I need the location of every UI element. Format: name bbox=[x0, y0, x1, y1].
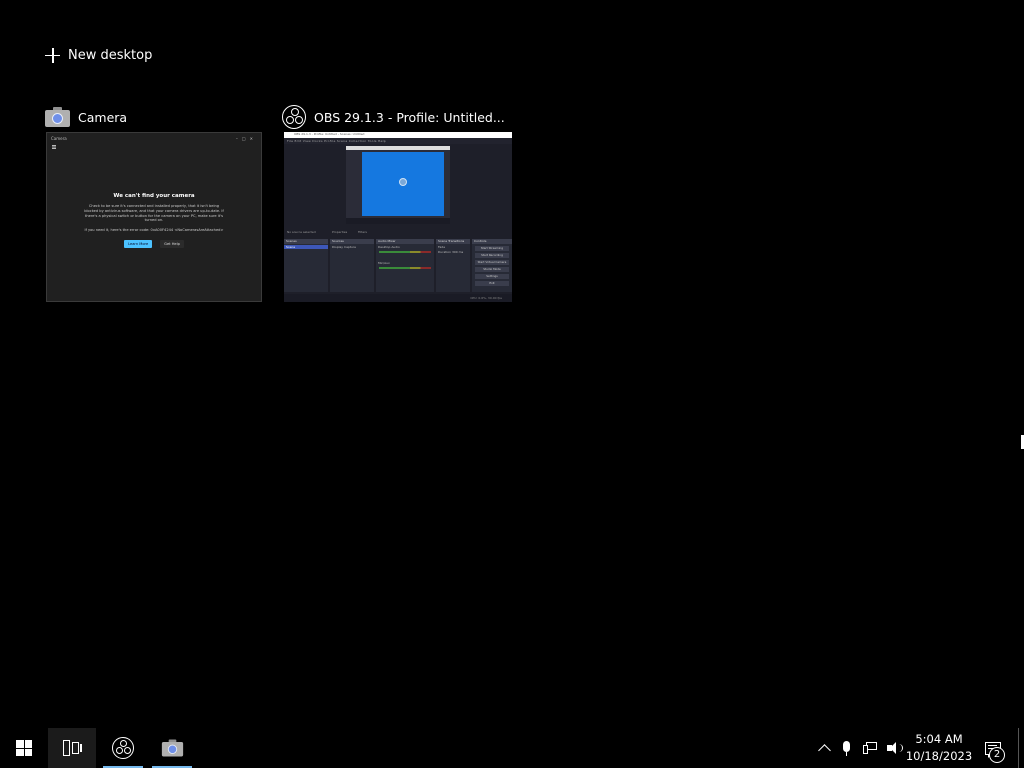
new-desktop-label: New desktop bbox=[68, 47, 153, 63]
obs-audio-dock: Audio Mixer Desktop Audio Mic/Aux bbox=[376, 239, 434, 292]
window-thumbnail[interactable]: Camera –□✕ We can't find your camera Che… bbox=[46, 132, 262, 302]
windows-logo-icon bbox=[16, 740, 32, 756]
taskbar: 5:04 AM 10/18/2023 2 bbox=[0, 728, 1024, 768]
window-card-obs[interactable]: OBS 29.1.3 - Profile: Untitled... OBS 29… bbox=[282, 104, 512, 304]
dock-button: Start Virtual Camera bbox=[475, 260, 509, 265]
clock-date: 10/18/2023 bbox=[905, 749, 973, 763]
start-button[interactable] bbox=[0, 728, 48, 768]
camera-error-body: Check to be sure it's connected and inst… bbox=[84, 204, 224, 223]
audio-meter bbox=[379, 267, 431, 269]
camera-icon bbox=[399, 178, 407, 186]
obs-menu-text: File Edit View Docks Profile Scene Colle… bbox=[287, 138, 387, 143]
camera-error-message: We can't find your camera Check to be su… bbox=[47, 193, 261, 248]
dock-item: Fade bbox=[438, 245, 446, 249]
dock-item: Display Capture bbox=[332, 245, 356, 249]
clock-time: 5:04 AM bbox=[915, 732, 963, 746]
window-card-camera[interactable]: Camera Camera –□✕ We can't find your cam… bbox=[45, 104, 262, 304]
show-hidden-icons-button[interactable] bbox=[812, 728, 836, 768]
network-tray-button[interactable] bbox=[860, 728, 882, 768]
window-card-title: Camera bbox=[78, 109, 128, 125]
window-card-header: OBS 29.1.3 - Profile: Untitled... bbox=[282, 104, 512, 130]
show-desktop-button[interactable] bbox=[1018, 728, 1024, 768]
chevron-up-icon bbox=[817, 743, 831, 757]
obs-icon bbox=[282, 105, 306, 129]
dock-button: Start Streaming bbox=[475, 246, 509, 251]
thumbnail-titlebar: Camera –□✕ bbox=[47, 133, 261, 143]
volume-tray-button[interactable] bbox=[884, 728, 906, 768]
microphone-tray-button[interactable] bbox=[836, 728, 856, 768]
thumbnail-window-title: Camera bbox=[51, 135, 67, 141]
obs-sources-dock: Sources Display Capture bbox=[330, 239, 374, 292]
dock-button: Exit bbox=[475, 281, 509, 286]
new-desktop-button[interactable]: New desktop bbox=[45, 44, 152, 66]
taskbar-camera-button[interactable] bbox=[151, 728, 193, 768]
window-card-header: Camera bbox=[45, 104, 262, 130]
dock-item: Scene bbox=[284, 245, 328, 249]
obs-filters-text: Filters bbox=[358, 230, 367, 234]
task-view-icon bbox=[63, 740, 82, 756]
volume-icon bbox=[887, 741, 903, 755]
obs-properties-text: Properties bbox=[332, 230, 348, 234]
obs-no-source-text: No source selected bbox=[287, 230, 316, 234]
dock-header: Sources bbox=[330, 239, 374, 244]
obs-status-bar: CPU: 0.6%, 30.00 fps bbox=[284, 294, 512, 302]
dock-item: Mic/Aux bbox=[378, 261, 390, 265]
notification-count-badge: 2 bbox=[989, 747, 1005, 763]
obs-source-toolbar: No source selected Properties Filters bbox=[284, 229, 512, 237]
obs-menu-bar: File Edit View Docks Profile Scene Colle… bbox=[284, 138, 512, 144]
plus-icon bbox=[45, 47, 60, 63]
dock-item: Desktop Audio bbox=[378, 245, 400, 249]
thumbnail-window-title: OBS 29.1.3 - Profile: Untitled - Scenes:… bbox=[294, 132, 365, 136]
dock-header: Scenes bbox=[284, 239, 328, 244]
obs-status-text: CPU: 0.6%, 30.00 fps bbox=[470, 296, 502, 300]
dock-button: Studio Mode bbox=[475, 267, 509, 272]
camera-error-heading: We can't find your camera bbox=[113, 193, 195, 199]
obs-scenes-dock: Scenes Scene bbox=[284, 239, 328, 292]
window-controls-icon: –□✕ bbox=[235, 135, 257, 141]
dock-button: Start Recording bbox=[475, 253, 509, 258]
dock-header: Audio Mixer bbox=[376, 239, 434, 244]
get-help-button: Get Help bbox=[160, 239, 184, 248]
obs-icon bbox=[112, 737, 134, 759]
network-icon bbox=[863, 742, 879, 754]
taskbar-obs-button[interactable] bbox=[102, 728, 144, 768]
dock-item: Duration 300 ms bbox=[438, 250, 464, 254]
camera-icon bbox=[161, 739, 183, 757]
hamburger-icon bbox=[52, 145, 56, 149]
obs-controls-dock: Controls Start Streaming Start Recording… bbox=[472, 239, 512, 292]
camera-icon bbox=[45, 107, 70, 127]
dock-button: Settings bbox=[475, 274, 509, 279]
obs-preview-capture bbox=[362, 152, 444, 216]
microphone-icon bbox=[842, 741, 850, 756]
clock[interactable]: 5:04 AM 10/18/2023 bbox=[906, 728, 972, 768]
obs-transitions-dock: Scene Transitions Fade Duration 300 ms bbox=[436, 239, 470, 292]
audio-meter bbox=[379, 251, 431, 253]
camera-error-code: If you need it, here's the error code: 0… bbox=[84, 228, 224, 233]
task-view-button[interactable] bbox=[48, 728, 96, 768]
window-card-title: OBS 29.1.3 - Profile: Untitled... bbox=[314, 109, 505, 125]
window-thumbnail[interactable]: OBS 29.1.3 - Profile: Untitled - Scenes:… bbox=[284, 132, 512, 302]
learn-more-button: Learn More bbox=[124, 239, 153, 248]
dock-header: Controls bbox=[472, 239, 512, 244]
obs-docks: Scenes Scene Sources Display Capture Aud… bbox=[284, 239, 512, 292]
obs-preview bbox=[346, 146, 450, 224]
dock-header: Scene Transitions bbox=[436, 239, 470, 244]
